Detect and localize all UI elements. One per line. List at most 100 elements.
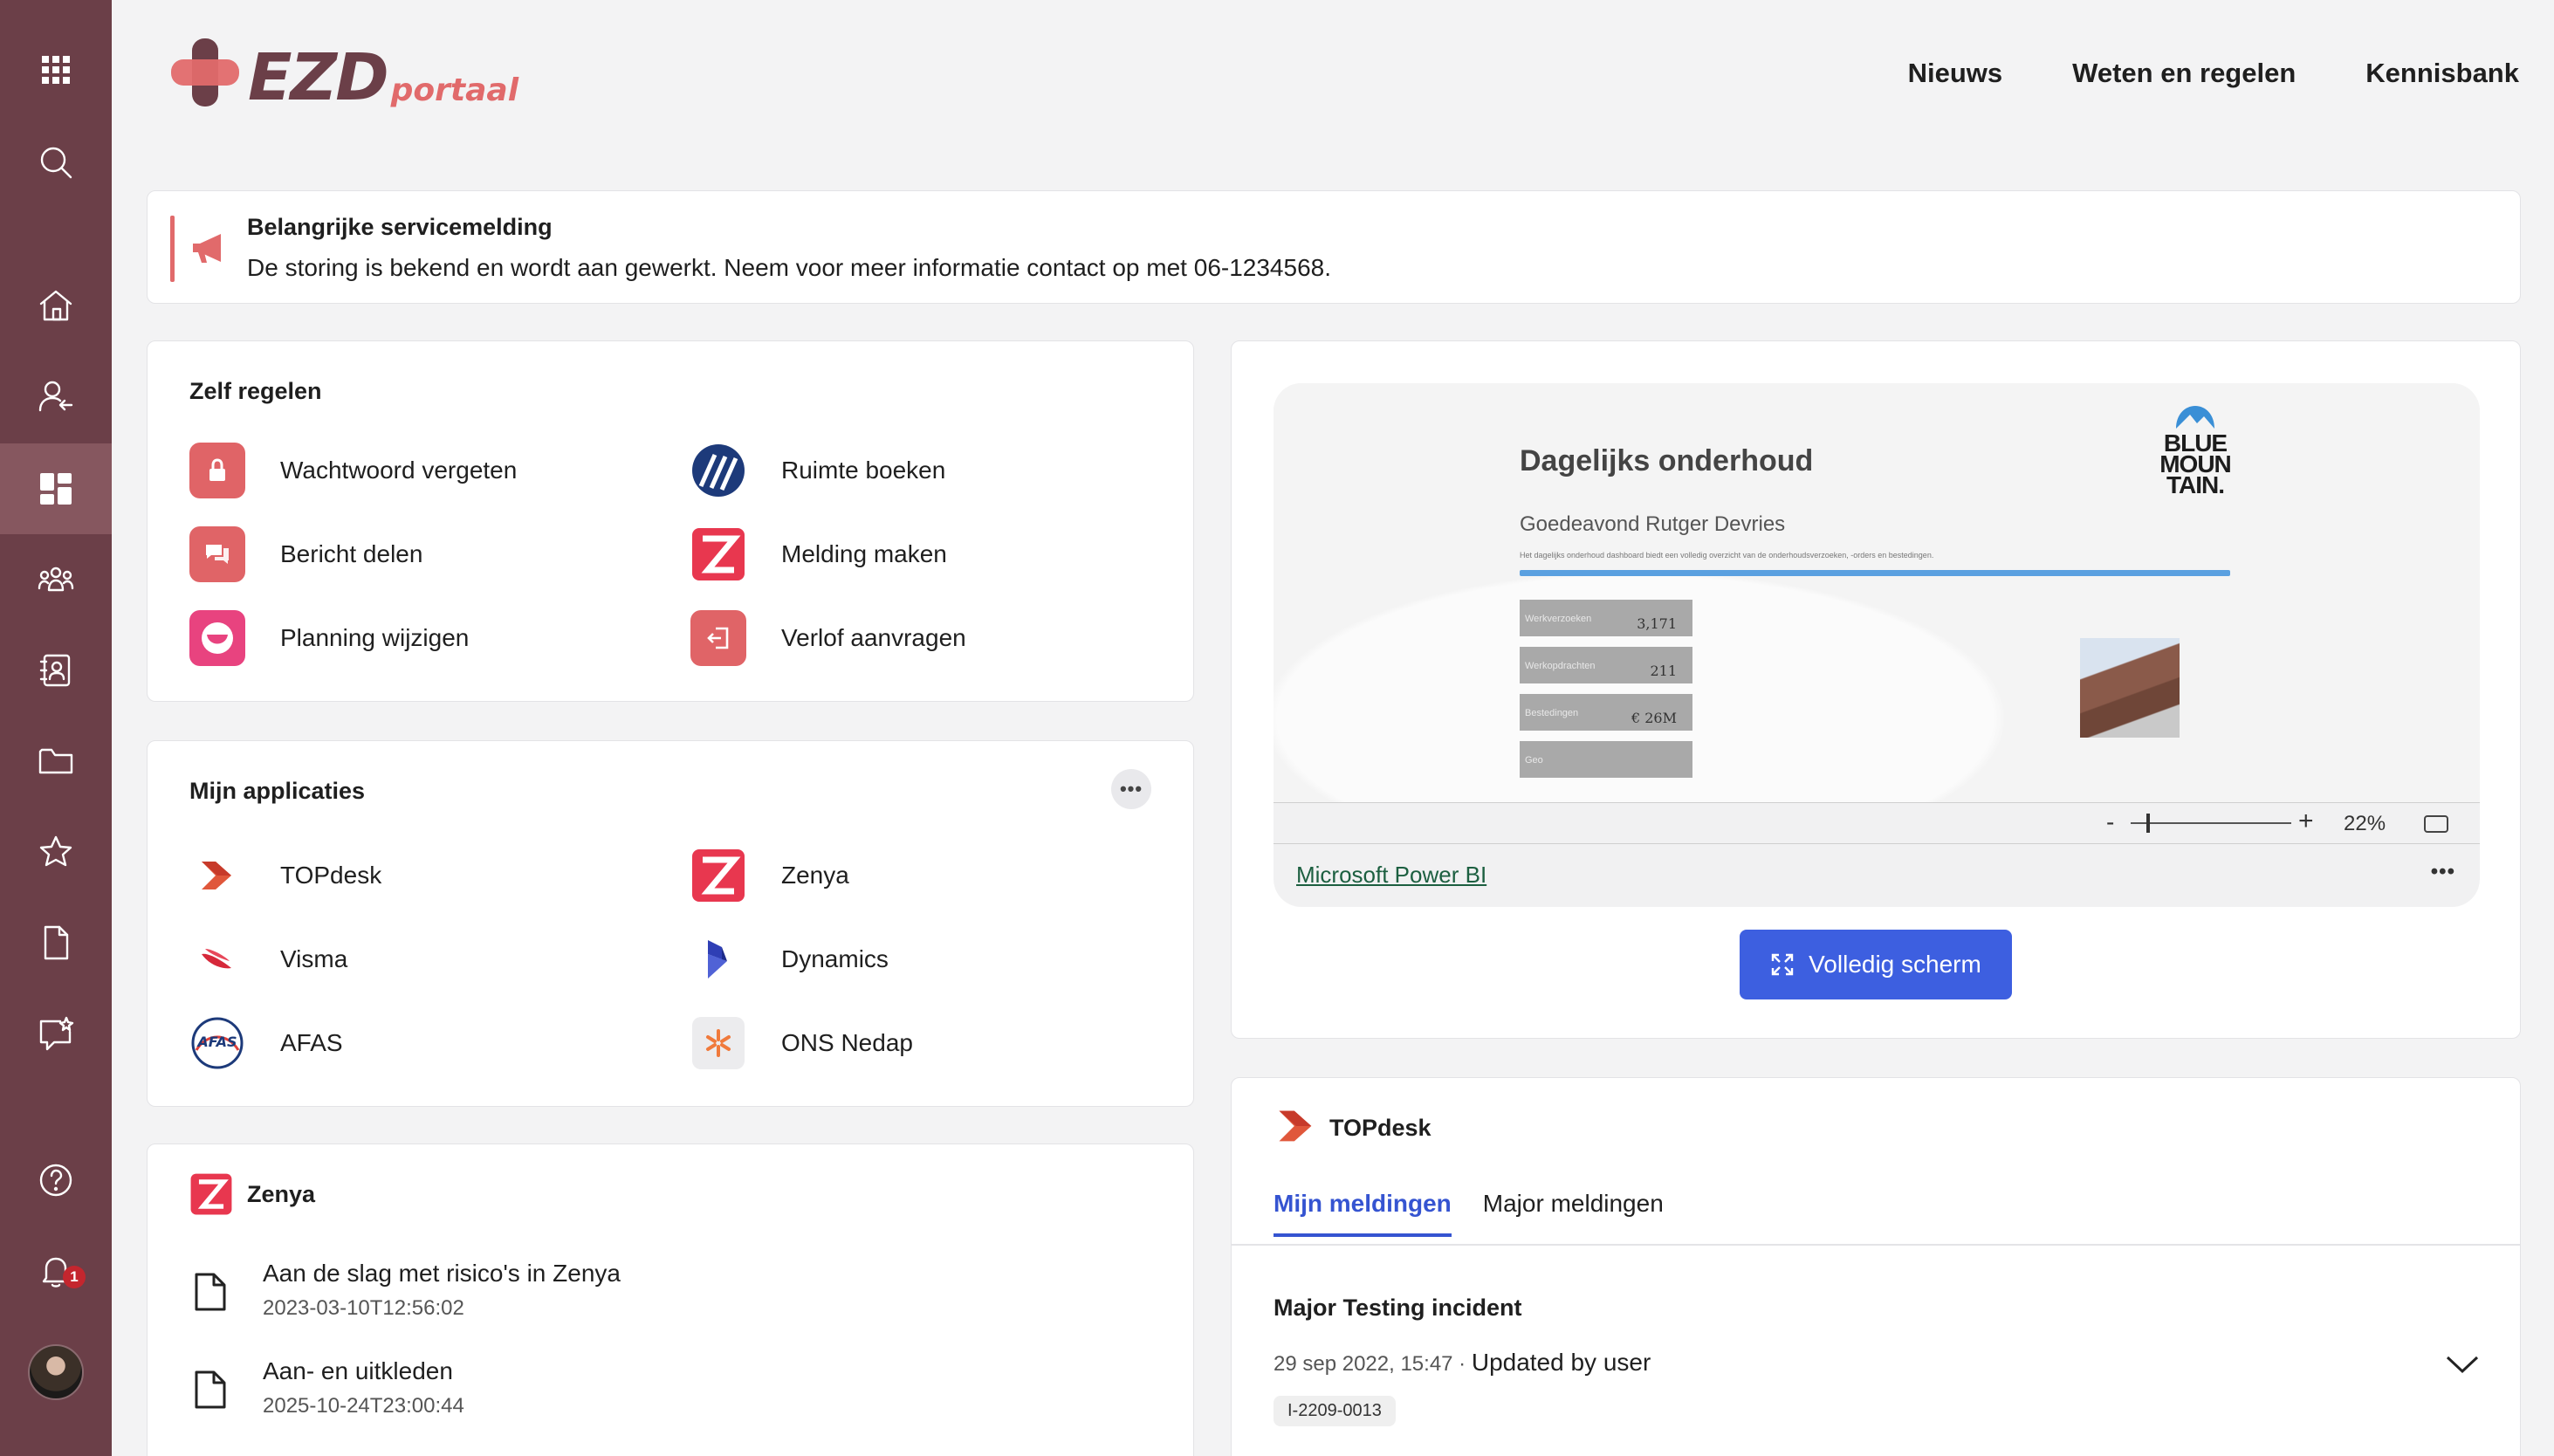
zelf-regelen-item-melding[interactable]: Melding maken xyxy=(690,526,947,582)
topdesk-icon xyxy=(1279,1110,1312,1142)
app-topdesk[interactable]: TOPdesk xyxy=(189,848,381,903)
fit-to-page-icon[interactable] xyxy=(2424,815,2448,833)
zenya-doc-item[interactable]: Aan de slag met risico's in Zenya 2023-0… xyxy=(189,1260,621,1321)
top-navigation: Nieuws Weten en regelen Kennisbank xyxy=(1908,58,2519,89)
logo-cross-icon xyxy=(168,35,243,110)
nav-kennisbank[interactable]: Kennisbank xyxy=(2365,58,2519,89)
notice-title: Belangrijke servicemelding xyxy=(247,214,553,240)
zelf-regelen-item-ruimte[interactable]: Ruimte boeken xyxy=(690,443,945,498)
fullscreen-button[interactable]: Volledig scherm xyxy=(1740,930,2012,999)
kpi-row[interactable]: Bestedingen € 26M xyxy=(1520,694,1692,731)
chevron-down-icon[interactable] xyxy=(2445,1352,2480,1377)
contacts-icon[interactable] xyxy=(0,625,112,716)
fullscreen-label: Volledig scherm xyxy=(1809,951,1981,978)
lock-icon xyxy=(189,443,245,498)
expand-icon xyxy=(1771,953,1794,976)
topdesk-icon xyxy=(189,848,245,903)
more-options-button[interactable]: ••• xyxy=(1111,769,1151,809)
visma-icon xyxy=(189,931,245,987)
dashboard-icon[interactable] xyxy=(0,443,112,534)
nav-weten-en-regelen[interactable]: Weten en regelen xyxy=(2072,58,2296,89)
zoom-slider[interactable] xyxy=(2131,822,2291,824)
afas-icon: AFAS xyxy=(189,1015,245,1071)
topdesk-card: TOPdesk Mijn meldingen Major meldingen M… xyxy=(1231,1077,2521,1456)
zoom-in-button[interactable]: + xyxy=(2298,807,2314,836)
applicaties-title: Mijn applicaties xyxy=(189,778,366,804)
app-label: AFAS xyxy=(280,1029,343,1056)
folder-icon[interactable] xyxy=(0,716,112,807)
ezd-portaal-logo[interactable]: EZD portaal xyxy=(168,35,518,110)
incident-updated-by: Updated by user xyxy=(1471,1349,1651,1376)
zenya-icon xyxy=(190,1173,232,1215)
kpi-row[interactable]: Werkopdrachten 211 xyxy=(1520,647,1692,683)
sidebar: 1 xyxy=(0,0,112,1456)
powerbi-toolbar: - + 22% xyxy=(1274,802,2480,844)
kpi-value: 3,171 xyxy=(1637,615,1677,632)
report-title: Dagelijks onderhoud xyxy=(1520,444,1814,477)
app-dynamics[interactable]: Dynamics xyxy=(690,931,889,987)
zoom-out-button[interactable]: - xyxy=(2106,808,2114,836)
star-icon[interactable] xyxy=(0,807,112,897)
zelf-regelen-item-wachtwoord[interactable]: Wachtwoord vergeten xyxy=(189,443,517,498)
zenya-doc-item[interactable]: Aan- en uitkleden 2025-10-24T23:00:44 xyxy=(189,1357,464,1418)
zelf-regelen-title: Zelf regelen xyxy=(189,378,322,404)
app-ons-nedap[interactable]: ONS Nedap xyxy=(690,1015,913,1071)
applicaties-card: Mijn applicaties ••• TOPdesk Zenya Visma… xyxy=(147,740,1194,1107)
app-label: Dynamics xyxy=(781,945,889,972)
app-visma[interactable]: Visma xyxy=(189,931,347,987)
zoom-slider-handle[interactable] xyxy=(2146,814,2150,833)
zelf-regelen-label: Planning wijzigen xyxy=(280,624,470,651)
topdesk-tabs: Mijn meldingen Major meldingen xyxy=(1274,1190,1664,1237)
tab-mijn-meldingen[interactable]: Mijn meldingen xyxy=(1274,1190,1452,1237)
incident-id-badge: I-2209-0013 xyxy=(1274,1396,1396,1426)
zelf-regelen-item-planning[interactable]: Planning wijzigen xyxy=(189,610,469,666)
kpi-value: € 26M xyxy=(1631,710,1677,726)
document-icon xyxy=(195,1273,226,1311)
bell-icon[interactable] xyxy=(0,1226,112,1316)
tabs-divider xyxy=(1232,1244,2520,1246)
search-icon[interactable] xyxy=(0,117,112,208)
zenya-icon xyxy=(690,526,746,582)
user-login-icon[interactable] xyxy=(0,351,112,442)
zenya-title: Zenya xyxy=(247,1181,316,1207)
dynamics-icon xyxy=(690,931,746,987)
zelf-regelen-item-bericht[interactable]: Bericht delen xyxy=(189,526,422,582)
app-label: TOPdesk xyxy=(280,862,382,889)
avatar[interactable] xyxy=(28,1344,84,1400)
kpi-row[interactable]: Werkverzoeken 3,171 xyxy=(1520,600,1692,636)
document-icon[interactable] xyxy=(0,897,112,988)
chat-icon xyxy=(189,526,245,582)
kpi-label: Geo xyxy=(1525,755,1543,766)
incident-title[interactable]: Major Testing incident xyxy=(1274,1295,1522,1322)
app-launcher-icon[interactable] xyxy=(0,24,112,115)
kpi-row[interactable]: Geo xyxy=(1520,741,1692,778)
notice-message: De storing is bekend en wordt aan gewerk… xyxy=(247,254,1331,281)
app-zenya[interactable]: Zenya xyxy=(690,848,849,903)
topdesk-title: TOPdesk xyxy=(1329,1115,1431,1141)
powerbi-link[interactable]: Microsoft Power BI xyxy=(1296,862,1486,889)
nav-nieuws[interactable]: Nieuws xyxy=(1908,58,2003,89)
home-icon[interactable] xyxy=(0,260,112,351)
kpi-value: 211 xyxy=(1650,663,1677,679)
powerbi-embed[interactable]: Dagelijks onderhoud Goedeavond Rutger De… xyxy=(1274,383,2480,907)
feedback-icon[interactable] xyxy=(0,988,112,1079)
app-label: Zenya xyxy=(781,862,849,889)
zelf-regelen-label: Wachtwoord vergeten xyxy=(280,457,518,484)
team-icon[interactable] xyxy=(0,534,112,625)
zelf-regelen-item-verlof[interactable]: Verlof aanvragen xyxy=(690,610,966,666)
powerbi-more-button[interactable]: ••• xyxy=(2431,860,2455,884)
app-label: Visma xyxy=(280,945,348,972)
ruimte-boeken-icon xyxy=(690,443,746,498)
powerbi-card: Dagelijks onderhoud Goedeavond Rutger De… xyxy=(1231,340,2521,1039)
kpi-label: Werkverzoeken xyxy=(1525,614,1592,624)
building-photo xyxy=(2080,638,2180,738)
notification-badge: 1 xyxy=(63,1266,86,1288)
mountain-icon xyxy=(2176,406,2214,429)
app-afas[interactable]: AFAS AFAS xyxy=(189,1015,343,1071)
help-icon[interactable] xyxy=(0,1135,112,1226)
powerbi-report-canvas[interactable]: Dagelijks onderhoud Goedeavond Rutger De… xyxy=(1274,383,2480,802)
tab-major-meldingen[interactable]: Major meldingen xyxy=(1483,1190,1664,1237)
svg-text:AFAS: AFAS xyxy=(196,1034,237,1050)
zelf-regelen-card: Zelf regelen Wachtwoord vergeten Ruimte … xyxy=(147,340,1194,702)
zenya-doc-date: 2023-03-10T12:56:02 xyxy=(263,1296,464,1320)
